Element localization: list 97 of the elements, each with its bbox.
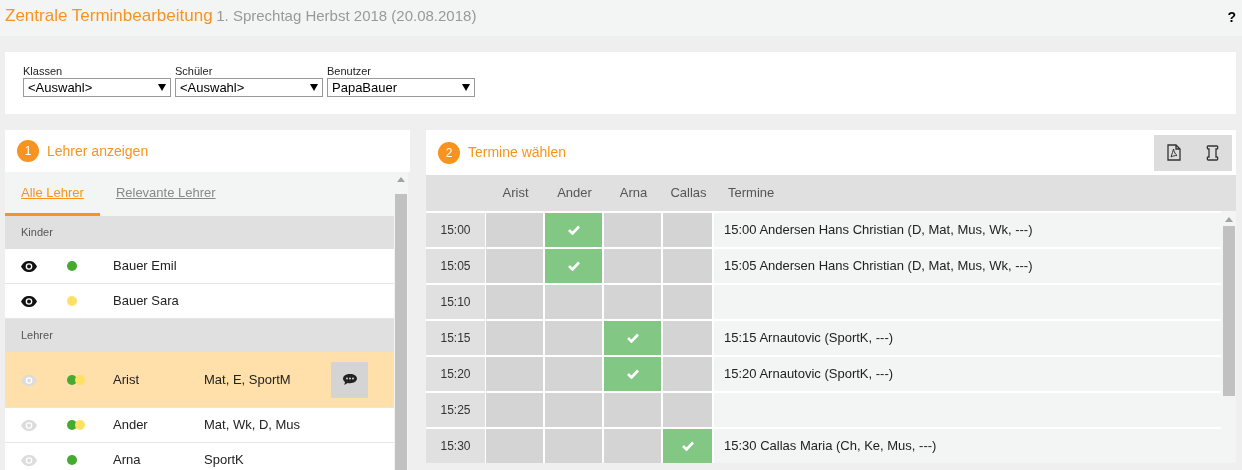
pdf-button[interactable] (1154, 134, 1193, 171)
slot-cell[interactable] (663, 247, 714, 283)
teacher-subjects: Mat, Wk, D, Mus (204, 416, 302, 435)
column-header: Termine (714, 175, 1221, 211)
group-header: Lehrer (5, 319, 394, 352)
teacher-name: Arna (113, 451, 142, 470)
slot-cell[interactable] (486, 211, 545, 247)
time-cell: 15:15 (426, 319, 486, 355)
scroll-thumb[interactable] (395, 194, 407, 470)
column-header: Arist (486, 175, 545, 211)
teacher-name: Bauer Sara (113, 292, 180, 311)
teacher-name: Ander (113, 416, 149, 435)
step-badge: 1 (17, 140, 39, 162)
comment-button[interactable] (331, 361, 368, 398)
slot-cell[interactable] (545, 391, 604, 427)
slot-cell[interactable] (545, 319, 604, 355)
teacher-subjects: SportK (204, 451, 245, 470)
check-icon (681, 441, 694, 451)
scroll-up-icon[interactable] (397, 177, 405, 182)
teacher-name: Bauer Emil (113, 257, 178, 276)
field-label: Benutzer (327, 65, 373, 79)
column-header: Callas (663, 175, 714, 211)
slot-cell[interactable] (545, 283, 604, 319)
scroll-up-icon[interactable] (1224, 217, 1233, 222)
appointment-cell: 15:30 Callas Maria (Ch, Ke, Mus, ---) (714, 427, 1221, 463)
time-cell: 15:00 (426, 211, 486, 247)
check-icon (626, 369, 639, 379)
teacher-row[interactable]: Arna SportK (5, 443, 394, 470)
column-header: Arna (604, 175, 663, 211)
eye-icon[interactable] (21, 296, 37, 308)
field-label: Schüler (175, 65, 214, 79)
check-icon (626, 333, 639, 343)
check-icon (567, 225, 580, 235)
appointment-cell: 15:05 Andersen Hans Christian (D, Mat, Mus, Wk, ---) (714, 247, 1221, 283)
slot-cell[interactable] (545, 427, 604, 463)
appointment-cell: 15:15 Arnautovic (SportK, ---) (714, 319, 1221, 355)
slot-cell[interactable] (663, 319, 714, 355)
table-header (426, 175, 486, 211)
time-cell: 15:10 (426, 283, 486, 319)
check-icon (567, 261, 580, 271)
dropdown-arrow-icon (158, 84, 166, 92)
time-cell: 15:05 (426, 247, 486, 283)
slot-cell[interactable] (663, 355, 714, 391)
slot-cell[interactable] (663, 211, 714, 247)
select-field[interactable]: <Auswahl> (175, 78, 323, 98)
slot-cell[interactable] (604, 391, 663, 427)
list-button[interactable] (1193, 134, 1232, 171)
scroll-thumb[interactable] (1222, 226, 1235, 396)
time-cell: 15:30 (426, 427, 486, 463)
slot-cell[interactable] (604, 283, 663, 319)
slot-cell[interactable] (604, 319, 663, 355)
teacher-row[interactable]: Bauer Emil (5, 249, 394, 284)
panel-title: Termine wählen (468, 143, 567, 162)
slot-cell[interactable] (545, 211, 604, 247)
page-title: Zentrale Terminbearbeitung (5, 6, 213, 25)
page-subtitle: 1. Sprechtag Herbst 2018 (20.08.2018) (216, 7, 477, 24)
select-field[interactable]: PapaBauer (327, 78, 475, 98)
step-badge: 2 (438, 141, 460, 164)
slot-cell[interactable] (545, 247, 604, 283)
scrollbar[interactable] (394, 172, 408, 470)
slot-cell[interactable] (486, 283, 545, 319)
group-header: Kinder (5, 216, 394, 249)
scrollbar[interactable] (1221, 211, 1236, 463)
teacher-row[interactable]: Bauer Sara (5, 284, 394, 319)
time-cell: 15:20 (426, 355, 486, 391)
column-header: Ander (545, 175, 604, 211)
slot-cell[interactable] (486, 247, 545, 283)
teacher-subjects: Mat, E, SportM (204, 370, 292, 389)
slot-cell[interactable] (663, 391, 714, 427)
slot-cell[interactable] (663, 427, 714, 463)
time-cell: 15:25 (426, 391, 486, 427)
panel-title: Lehrer anzeigen (47, 141, 149, 161)
slot-cell[interactable] (486, 355, 545, 391)
slot-cell[interactable] (663, 283, 714, 319)
select-field[interactable]: <Auswahl> (23, 78, 171, 98)
appointment-cell: 15:00 Andersen Hans Christian (D, Mat, Mus, Wk, ---) (714, 211, 1221, 247)
eye-icon[interactable] (21, 261, 37, 273)
slot-cell[interactable] (486, 319, 545, 355)
slot-cell[interactable] (604, 427, 663, 463)
slot-cell[interactable] (486, 391, 545, 427)
slot-cell[interactable] (604, 247, 663, 283)
table-header (1221, 175, 1236, 211)
dropdown-arrow-icon (462, 84, 470, 92)
slot-cell[interactable] (486, 427, 545, 463)
slot-cell[interactable] (604, 211, 663, 247)
slot-cell[interactable] (545, 355, 604, 391)
teacher-name: Arist (113, 370, 140, 389)
help-link[interactable]: ? (1227, 7, 1236, 28)
slot-cell[interactable] (604, 355, 663, 391)
teacher-row[interactable]: Arist Mat, E, SportM (5, 352, 394, 408)
scroll-icon (1206, 144, 1219, 161)
appointment-cell: 15:20 Arnautovic (SportK, ---) (714, 355, 1221, 391)
pdf-icon (1166, 144, 1181, 161)
field-label: Klassen (23, 65, 64, 79)
teacher-row[interactable]: Ander Mat, Wk, D, Mus (5, 408, 394, 443)
dropdown-arrow-icon (310, 84, 318, 92)
chat-icon (342, 374, 357, 385)
